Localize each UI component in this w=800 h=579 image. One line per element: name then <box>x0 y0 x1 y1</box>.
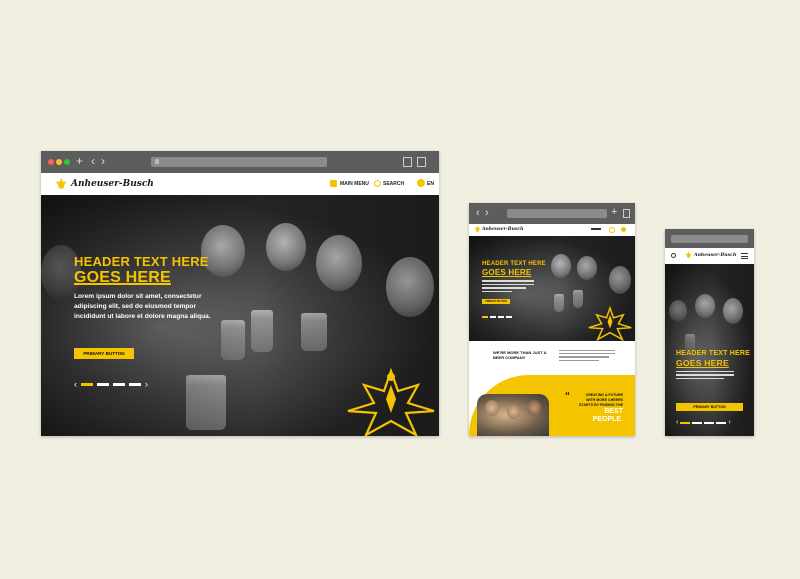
tablet-browser-window: ‹ › + ⚜ Anheuser-Busch HEADER TEXT HERE … <box>469 203 635 436</box>
desktop-site-header: ⚜ Anheuser-Busch MAIN MENU SEARCH EN <box>41 173 439 195</box>
tablet-hero-image: HEADER TEXT HERE GOES HERE PRIMARY BUTTO… <box>469 236 635 341</box>
brand-logo[interactable]: Anheuser-Busch <box>694 253 736 258</box>
plus-icon[interactable]: + <box>76 154 83 168</box>
mobile-hero-headline-line2: GOES HERE <box>676 358 729 368</box>
main-menu-link[interactable]: MAIN MENU <box>340 181 369 187</box>
about-body-lines <box>559 350 615 361</box>
address-bar[interactable] <box>151 157 327 167</box>
menu-grid-icon[interactable] <box>591 228 601 230</box>
mobile-hero-primary-button[interactable]: PRIMARY BUTTON <box>676 403 743 411</box>
tablet-hero-headline-line1: HEADER TEXT HERE <box>482 261 546 267</box>
brand-logo[interactable]: Anheuser-Busch <box>71 179 154 189</box>
language-selector[interactable]: EN <box>427 181 434 187</box>
lock-icon <box>155 159 159 164</box>
search-icon[interactable] <box>374 180 381 187</box>
mobile-browser-window: ⚜ Anheuser-Busch HEADER TEXT HERE GOES H… <box>665 229 754 436</box>
ab-logo-eagle-icon[interactable]: ⚜ <box>474 225 481 234</box>
back-arrow-icon[interactable]: ‹ <box>476 207 480 219</box>
carousel-dot-4[interactable] <box>129 383 141 386</box>
quote-block: CREATING A FUTURE WITH MORE CHEERS START… <box>573 393 623 424</box>
hero-body-text: Lorem ipsum dolor sit amet, consectetur … <box>74 293 211 320</box>
carousel-next-icon[interactable]: › <box>145 380 148 389</box>
carousel-dot-1[interactable] <box>482 316 488 318</box>
tablet-site-header: ⚜ Anheuser-Busch <box>469 224 635 236</box>
carousel-dot-2[interactable] <box>97 383 109 386</box>
quote-icon: “ <box>565 391 570 402</box>
desktop-browser-window: + ‹ › ⚜ Anheuser-Busch MAIN MENU SEARCH … <box>41 151 439 436</box>
globe-icon[interactable] <box>417 179 425 187</box>
mobile-hero-headline-line1: HEADER TEXT HERE <box>676 350 750 357</box>
carousel-prev-icon[interactable]: ‹ <box>74 380 77 389</box>
eagle-emblem-icon <box>588 305 632 341</box>
carousel-prev-icon[interactable]: ‹ <box>676 418 678 427</box>
carousel-dot-3[interactable] <box>704 421 715 424</box>
carousel-dot-3[interactable] <box>113 383 125 386</box>
carousel-dot-4[interactable] <box>716 421 727 424</box>
plus-icon[interactable]: + <box>611 206 617 218</box>
hero-primary-button[interactable]: PRIMARY BUTTON <box>74 348 134 359</box>
carousel-dot-2[interactable] <box>692 421 703 424</box>
tablet-hero-headline-line2: GOES HERE <box>482 268 532 277</box>
team-photo <box>477 394 549 436</box>
tabs-icon[interactable] <box>417 157 426 167</box>
share-icon[interactable] <box>403 157 412 167</box>
browser-close-dot[interactable] <box>48 159 54 165</box>
forward-arrow-icon[interactable]: › <box>101 154 105 168</box>
hero-carousel-pager: ‹ › <box>74 380 148 389</box>
mobile-hero-content: HEADER TEXT HERE GOES HERE <box>676 350 750 380</box>
desktop-hero-image: HEADER TEXT HERE GOES HERE Lorem ipsum d… <box>41 195 439 436</box>
tablet-address-bar[interactable] <box>507 209 607 218</box>
mobile-hero-image: HEADER TEXT HERE GOES HERE PRIMARY BUTTO… <box>665 264 754 436</box>
search-link[interactable]: SEARCH <box>383 181 404 187</box>
eagle-emblem-icon <box>347 367 435 436</box>
mobile-hero-body-lines <box>676 371 750 380</box>
carousel-dot-2[interactable] <box>490 316 496 318</box>
desktop-browser-toolbar: + ‹ › <box>41 151 439 173</box>
menu-grid-icon[interactable] <box>330 180 337 187</box>
carousel-dot-1[interactable] <box>680 421 691 424</box>
carousel-dot-3[interactable] <box>498 316 504 318</box>
quote-line4: BEST PEOPLE. <box>592 408 623 423</box>
tablet-hero-body-lines <box>482 280 546 292</box>
carousel-dot-4[interactable] <box>506 316 512 318</box>
hero-headline-line2: GOES HERE <box>74 269 171 286</box>
mobile-hero-carousel-pager: ‹ › <box>676 418 731 427</box>
search-icon[interactable] <box>609 227 615 233</box>
back-arrow-icon[interactable]: ‹ <box>91 154 95 168</box>
tablet-about-section: WE'RE MORE THAN JUST A BEER COMPANY “ CR… <box>469 341 635 436</box>
mobile-address-bar[interactable] <box>671 235 748 243</box>
browser-minimize-dot[interactable] <box>56 159 62 165</box>
ab-logo-eagle-icon[interactable]: ⚜ <box>685 251 692 260</box>
carousel-next-icon[interactable]: › <box>728 418 730 427</box>
share-icon[interactable] <box>623 209 630 218</box>
tablet-hero-primary-button[interactable]: PRIMARY BUTTON <box>482 299 510 304</box>
browser-maximize-dot[interactable] <box>64 159 70 165</box>
hamburger-icon[interactable] <box>741 253 748 259</box>
about-title: WE'RE MORE THAN JUST A BEER COMPANY <box>493 350 547 360</box>
tablet-browser-toolbar: ‹ › + <box>469 203 635 224</box>
tablet-hero-carousel-pager <box>482 316 512 318</box>
forward-arrow-icon[interactable]: › <box>485 207 489 219</box>
search-icon[interactable] <box>671 253 676 258</box>
hero-headline-line1: HEADER TEXT HERE <box>74 254 209 269</box>
tablet-hero-content: HEADER TEXT HERE GOES HERE <box>482 261 546 292</box>
carousel-dot-1[interactable] <box>81 383 93 386</box>
desktop-hero-content: HEADER TEXT HERE GOES HERE Lorem ipsum d… <box>74 254 284 322</box>
mobile-browser-toolbar <box>665 229 754 248</box>
mobile-site-header: ⚜ Anheuser-Busch <box>665 248 754 264</box>
ab-logo-eagle-icon[interactable]: ⚜ <box>55 176 68 193</box>
globe-icon[interactable] <box>621 227 626 232</box>
brand-logo[interactable]: Anheuser-Busch <box>482 227 523 232</box>
